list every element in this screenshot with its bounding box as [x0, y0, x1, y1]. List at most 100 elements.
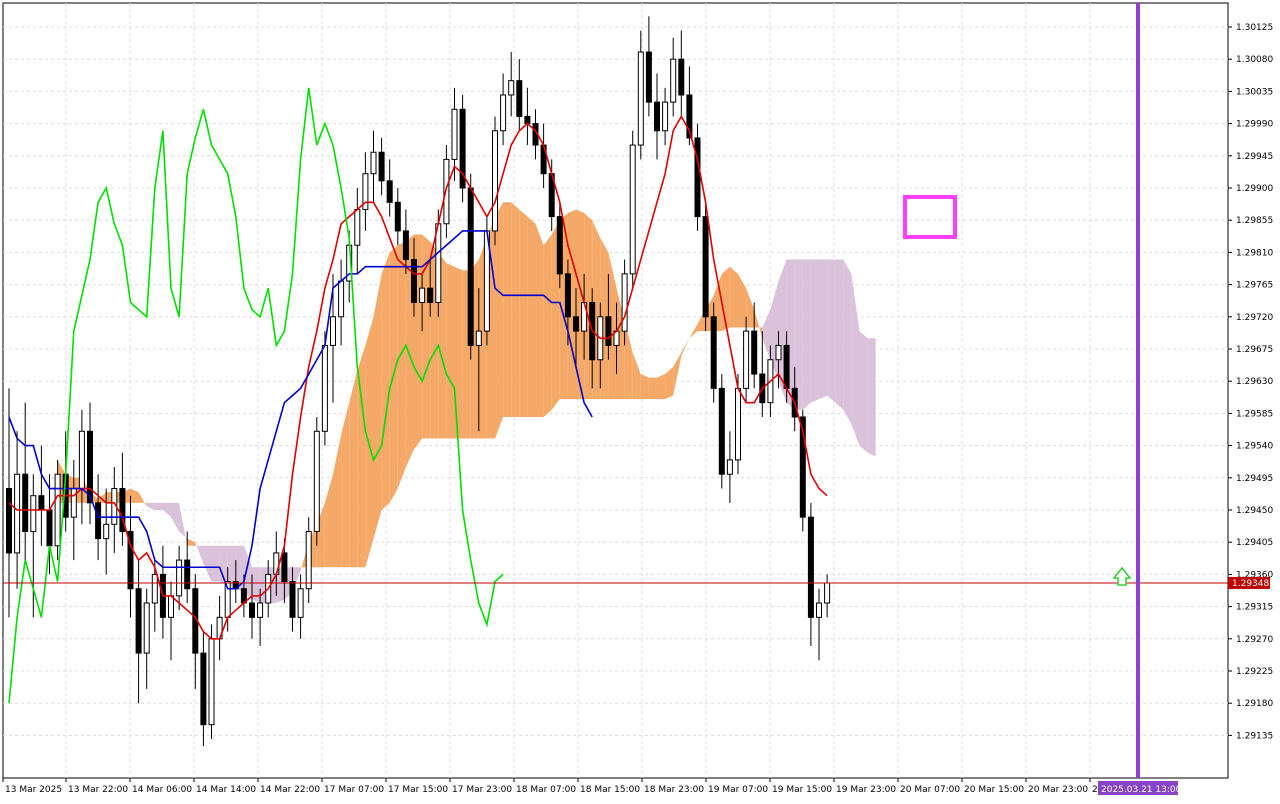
y-tick-label: 1.30125 [1236, 23, 1273, 33]
kumo-bull-segment [446, 263, 455, 439]
candle-bull [726, 459, 733, 475]
kumo-bull-segment [365, 316, 374, 568]
candle-bull [297, 588, 304, 618]
kumo-bull-segment [519, 209, 528, 417]
candle-bull [629, 144, 636, 275]
candle-bear [694, 137, 701, 218]
candle-bull [743, 330, 750, 389]
x-tick-label: 18 Mar 15:00 [580, 785, 640, 795]
candle-bear [135, 588, 142, 654]
kumo-bull-segment [543, 234, 552, 417]
candle-bull [70, 488, 77, 518]
candle-bull [30, 495, 37, 532]
kumo-bull-segment [729, 266, 738, 328]
candle-bull [208, 638, 215, 726]
candle-bull [321, 344, 328, 432]
candle-bull [257, 602, 264, 618]
candle-bull [78, 430, 85, 490]
kumo-bear-segment [154, 502, 163, 510]
ichimoku-chart: 1.30125 1.30080 1.30035 1.29990 1.29945 1.299… [2, 2, 1273, 795]
x-tick-label: 13 Mar 2025 [5, 785, 62, 795]
candle-bear [378, 151, 385, 182]
x-tick-label: 19 Mar 23:00 [836, 785, 896, 795]
candle-bear [87, 430, 93, 504]
candle-bull [54, 473, 61, 547]
y-tick-label: 1.29540 [1236, 442, 1273, 452]
kumo-bear-segment [867, 338, 876, 457]
candle-bull [354, 208, 361, 246]
x-tick-label: 14 Mar 22:00 [260, 785, 320, 795]
kumo-bull-segment [503, 202, 512, 417]
kumo-bear-segment [211, 545, 220, 582]
candle-bear [556, 216, 563, 275]
y-tick-label: 1.30035 [1236, 87, 1273, 97]
candle-bear [249, 602, 255, 618]
y-tick-label: 1.29990 [1236, 120, 1273, 130]
y-tick-label: 1.29720 [1236, 313, 1273, 323]
candle-bear [6, 488, 12, 554]
candle-bear [427, 287, 434, 303]
candle-bear [718, 387, 725, 475]
candle-bull [475, 330, 482, 346]
y-tick-label: 1.29855 [1236, 216, 1273, 226]
candle-bear [678, 58, 685, 96]
candle-bear [783, 344, 790, 389]
kumo-bear-segment [794, 259, 803, 410]
kumo-bull-segment [657, 374, 666, 400]
kumo-bull-segment [495, 202, 504, 439]
candle-bull [305, 530, 312, 590]
candle-bull [775, 344, 782, 361]
kumo-bear-segment [843, 259, 852, 425]
kumo-bull-segment [373, 273, 382, 539]
candle-bear [564, 273, 571, 318]
y-tick-label: 1.29135 [1236, 731, 1273, 741]
y-tick-label: 1.29900 [1236, 184, 1273, 194]
y-tick-label: 1.29765 [1236, 281, 1273, 291]
candle-bear [386, 180, 393, 203]
x-tick-label: 13 Mar 22:00 [68, 785, 128, 795]
y-tick-label: 1.29270 [1236, 635, 1273, 645]
candle-bear [402, 230, 409, 261]
y-tick-label: 1.29405 [1236, 538, 1273, 548]
kumo-bull-segment [349, 370, 358, 568]
candle-bull [338, 280, 345, 318]
kumo-bull-segment [535, 223, 544, 417]
candle-bull [273, 552, 280, 575]
candle-bull [435, 223, 442, 303]
candle-bull [370, 151, 377, 175]
time-highlight-label: 2025.03.21 13:00 [1101, 785, 1182, 795]
x-tick-label: 19 Mar 07:00 [708, 785, 768, 795]
x-tick-label: 20 Mar 23:00 [1028, 785, 1088, 795]
kumo-bear-segment [835, 259, 844, 410]
candle-bear [394, 201, 401, 232]
candle-bull [168, 595, 174, 618]
candle-bull [824, 582, 831, 604]
y-tick-label: 1.29315 [1236, 603, 1273, 613]
candle-bear [645, 51, 652, 103]
candle-bull [151, 573, 158, 604]
candle-bull [14, 473, 21, 554]
kumo-bear-segment [252, 567, 261, 604]
candle-bull [103, 523, 110, 540]
candle-bear [184, 559, 191, 590]
candle-bear [751, 330, 758, 375]
kumo-bull-segment [527, 216, 536, 417]
x-tick-label: 14 Mar 14:00 [196, 785, 256, 795]
candle-bull [500, 94, 507, 132]
y-tick-label: 1.29180 [1236, 699, 1273, 709]
x-tick-label: 18 Mar 23:00 [644, 785, 704, 795]
candle-bear [467, 187, 474, 346]
chart-container: 1.30125 1.30080 1.30035 1.29990 1.29945 1.299… [0, 0, 1280, 800]
candle-bear [289, 581, 296, 618]
candle-bear [807, 516, 814, 618]
kumo-bear-segment [802, 259, 811, 410]
kumo-bull-segment [648, 377, 657, 400]
candle-bear [524, 115, 531, 125]
candle-bear [516, 80, 523, 117]
candle-bull [621, 273, 628, 332]
x-tick-label: 20 Mar 07:00 [900, 785, 960, 795]
kumo-bull-segment [640, 374, 649, 400]
candle-bear [702, 216, 709, 318]
x-tick-label: 18 Mar 07:00 [516, 785, 576, 795]
x-tick-label: 17 Mar 07:00 [324, 785, 384, 795]
